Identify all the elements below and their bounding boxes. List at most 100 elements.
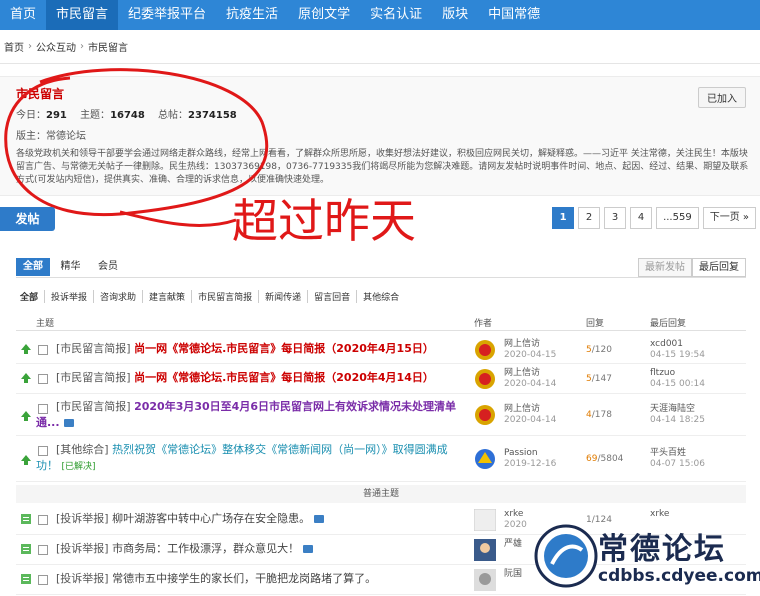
thread-title[interactable]: 尚一网《常德论坛.市民留言》每日简报（2020年4月14日） <box>134 371 434 384</box>
row-checkbox[interactable] <box>38 446 48 456</box>
table-row[interactable]: [市民留言简报] 尚一网《常德论坛.市民留言》每日简报（2020年4月14日） … <box>16 364 746 394</box>
thread-title[interactable]: 市商务局：工作极漂浮，群众意见大！ <box>112 542 299 555</box>
row-checkbox[interactable] <box>38 545 48 555</box>
thread-type[interactable]: [投诉举报] <box>56 512 109 525</box>
nav-citizen-message[interactable]: 市民留言 <box>46 0 119 30</box>
table-row[interactable]: [市民留言简报] 2020年3月30日至4月6日市民留言网上有效诉求情况未处理清… <box>16 394 746 436</box>
image-icon <box>63 419 74 427</box>
page-3[interactable]: 3 <box>604 207 627 229</box>
sticky-arrow-icon <box>21 344 31 354</box>
author-name[interactable]: 网上信访 <box>504 368 556 379</box>
author-name[interactable]: Passion <box>504 448 556 459</box>
row-checkbox[interactable] <box>38 404 48 414</box>
cat-news[interactable]: 新闻传递 <box>258 290 307 303</box>
nav-discipline-report[interactable]: 纪委举报平台 <box>118 0 216 30</box>
user-avatar[interactable] <box>474 509 496 531</box>
thread-title-cont[interactable]: 通... <box>36 416 60 429</box>
thread-type[interactable]: [投诉举报] <box>56 542 109 555</box>
document-icon <box>21 544 31 554</box>
thread-type[interactable]: [市民留言简报] <box>56 371 131 384</box>
sticky-arrow-icon <box>21 373 31 383</box>
sticky-arrow-icon <box>21 411 31 421</box>
next-page-button[interactable]: 下一页 » <box>702 207 756 229</box>
nav-real-name[interactable]: 实名认证 <box>360 0 432 30</box>
user-avatar[interactable] <box>474 539 496 561</box>
join-button[interactable]: 已加入 <box>698 87 746 108</box>
thread-title-cont[interactable]: 功！ <box>36 459 58 472</box>
thread-title[interactable]: 常德市五中接学生的家长们，干脆把龙岗路堵了算了。 <box>112 572 376 585</box>
table-row[interactable]: [市民留言简报] 尚一网《常德论坛.市民留言》每日简报（2020年4月15日） … <box>16 336 746 364</box>
view-count: /120 <box>591 345 612 355</box>
thread-title[interactable]: 尚一网《常德论坛.市民留言》每日简报（2020年4月15日） <box>134 342 434 355</box>
last-reply-date: 04-15 00:14 <box>650 379 705 389</box>
last-reply-user[interactable]: xcd001 <box>650 339 705 350</box>
last-reply-user[interactable]: fltzuo <box>650 368 705 379</box>
row-checkbox[interactable] <box>38 515 48 525</box>
thread-type[interactable]: [市民留言简报] <box>56 400 131 413</box>
page-2[interactable]: 2 <box>578 207 601 229</box>
breadcrumb-current[interactable]: 市民留言 <box>88 39 128 54</box>
post-date: 2020-04-15 <box>504 350 557 360</box>
col-topic: 主题 <box>36 319 55 329</box>
watermark-url: cdbbs.cdyee.com <box>598 566 760 586</box>
sort-last-reply[interactable]: 最后回复 <box>692 258 746 277</box>
last-reply-user[interactable]: 平头百姓 <box>650 448 705 459</box>
sort-newest[interactable]: 最新发帖 <box>638 258 692 277</box>
chevron-right-icon: › <box>80 41 84 52</box>
new-post-button[interactable]: 发帖 <box>0 207 55 231</box>
author-name[interactable]: 阮国 <box>504 569 522 580</box>
thread-type[interactable]: [其他综合] <box>56 443 109 456</box>
breadcrumb-public[interactable]: 公众互动 <box>36 39 76 54</box>
nav-sections[interactable]: 版块 <box>432 0 478 30</box>
author-name[interactable]: 网上信访 <box>504 404 556 415</box>
reply-count: 69 <box>586 454 598 464</box>
pagination: 1 2 3 4 ...559 下一页 » <box>552 207 756 229</box>
author-name[interactable]: 严雄 <box>504 539 522 550</box>
last-reply-date: 04-07 15:06 <box>650 459 705 469</box>
thread-type[interactable]: [投诉举报] <box>56 572 109 585</box>
cat-advice[interactable]: 建言献策 <box>142 290 191 303</box>
breadcrumb-home[interactable]: 首页 <box>4 39 24 54</box>
user-avatar[interactable] <box>474 448 496 470</box>
tab-all[interactable]: 全部 <box>16 258 50 276</box>
cat-other[interactable]: 其他综合 <box>356 290 405 303</box>
tab-digest[interactable]: 精华 <box>54 258 88 276</box>
table-row[interactable]: [其他综合] 热烈祝贺《常德论坛》整体移交《常德新闻网（尚一网）》取得圆满成功！… <box>16 436 746 482</box>
page-1[interactable]: 1 <box>552 207 575 229</box>
emblem-avatar[interactable] <box>474 368 496 390</box>
page-last[interactable]: ...559 <box>656 207 699 229</box>
cat-all[interactable]: 全部 <box>20 290 44 303</box>
post-bar: 发帖 1 2 3 4 ...559 下一页 » <box>0 207 760 233</box>
post-date: 2020-04-14 <box>504 379 557 389</box>
sort-buttons: 最新发帖 最后回复 <box>638 258 746 277</box>
nav-epidemic-life[interactable]: 抗疫生活 <box>216 0 288 30</box>
row-checkbox[interactable] <box>38 345 48 355</box>
cat-help[interactable]: 咨询求助 <box>93 290 142 303</box>
thread-type[interactable]: [市民留言简报] <box>56 342 131 355</box>
col-last-reply: 最后回复 <box>650 319 687 329</box>
watermark-title: 常德论坛 <box>598 532 726 567</box>
solved-badge: [已解决] <box>61 462 96 472</box>
post-date: 2020-04-14 <box>504 415 557 425</box>
nav-china-changde[interactable]: 中国常德 <box>478 0 550 30</box>
emblem-avatar[interactable] <box>474 404 496 426</box>
user-avatar[interactable] <box>474 569 496 591</box>
row-checkbox[interactable] <box>38 374 48 384</box>
thread-title[interactable]: 热烈祝贺《常德论坛》整体移交《常德新闻网（尚一网）》取得圆满成 <box>112 443 448 456</box>
thread-title[interactable]: 柳叶湖游客中转中心广场存在安全隐患。 <box>112 512 310 525</box>
thread-title[interactable]: 2020年3月30日至4月6日市民留言网上有效诉求情况未处理清单 <box>134 400 456 413</box>
author-name[interactable]: xrke <box>504 509 527 520</box>
page-4[interactable]: 4 <box>630 207 653 229</box>
tab-member[interactable]: 会员 <box>91 258 125 276</box>
row-checkbox[interactable] <box>38 575 48 585</box>
chevron-right-icon: › <box>28 41 32 52</box>
author-name[interactable]: 网上信访 <box>504 339 556 350</box>
cat-complaint[interactable]: 投诉举报 <box>44 290 93 303</box>
nav-home[interactable]: 首页 <box>0 0 46 30</box>
last-reply-user[interactable]: 天涯海陆空 <box>650 404 705 415</box>
emblem-avatar[interactable] <box>474 339 496 361</box>
cat-brief[interactable]: 市民留言简报 <box>191 290 258 303</box>
nav-original-literature[interactable]: 原创文学 <box>288 0 360 30</box>
post-date: 2019-12-16 <box>504 459 557 469</box>
cat-response[interactable]: 留言回音 <box>307 290 356 303</box>
